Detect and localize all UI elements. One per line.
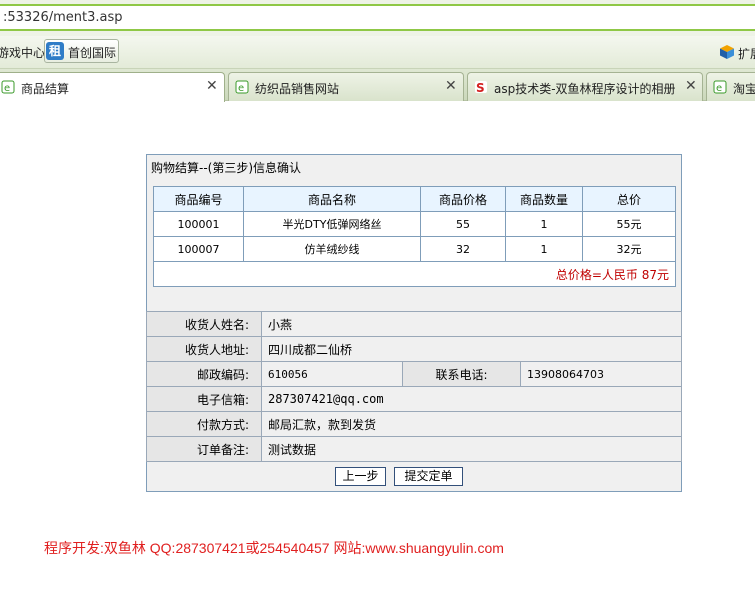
postcode-label: 邮政编码:	[146, 361, 262, 387]
column-header: 商品名称	[243, 186, 421, 212]
product-total: 32元	[582, 236, 676, 262]
page-icon: e	[235, 80, 249, 94]
product-qty: 1	[505, 236, 583, 262]
tab-textile-site[interactable]: e 纺织品销售网站 ✕	[228, 72, 464, 101]
svg-text:e: e	[238, 83, 244, 94]
favorite-shouchuang-label[interactable]: 首创国际	[68, 44, 116, 61]
product-name: 半光DTY低弹网络丝	[243, 211, 421, 237]
product-id: 100007	[153, 236, 244, 262]
phone-value: 13908064703	[520, 361, 682, 387]
goods-table: 商品编号 商品名称 商品价格 商品数量 总价 100001 半光DTY低弹网络丝…	[153, 186, 676, 287]
address-input[interactable]: :53326/ment3.asp	[0, 4, 755, 31]
note-label: 订单备注:	[146, 436, 262, 462]
submit-order-button[interactable]: 提交定单	[394, 467, 463, 486]
column-header: 商品数量	[505, 186, 583, 212]
receiver-name-label: 收货人姓名:	[146, 311, 262, 337]
receiver-address-value: 四川成都二仙桥	[261, 336, 682, 362]
page-icon: e	[713, 80, 727, 94]
receiver-info-table: 收货人姓名: 小燕 收货人地址: 四川成都二仙桥 邮政编码: 610056 联系…	[146, 311, 682, 462]
product-id: 100001	[153, 211, 244, 237]
checkout-panel: 购物结算--(第三步)信息确认 商品编号 商品名称 商品价格 商品数量 总价 1…	[146, 154, 682, 492]
tab-title: 商品结算	[21, 82, 70, 96]
goods-table-header: 商品编号 商品名称 商品价格 商品数量 总价	[153, 186, 676, 212]
column-header: 商品价格	[420, 186, 506, 212]
svg-text:S: S	[476, 81, 485, 94]
postcode-value: 610056	[261, 361, 403, 387]
favorite-game-center[interactable]: 游戏中心	[0, 44, 45, 61]
favorites-bar: 游戏中心 租 首创国际 扩展	[0, 36, 755, 69]
tab-bar: e 商品结算 ✕ e 纺织品销售网站 ✕ S asp技术类-双鱼林程序设计的相册…	[0, 69, 755, 102]
extensions-label[interactable]: 扩展	[738, 45, 755, 62]
grand-total-row: 总价格=人民币 87元	[153, 261, 676, 287]
tab-title: 淘宝	[733, 82, 755, 96]
address-text: :53326/ment3.asp	[3, 10, 123, 25]
receiver-address-row: 收货人地址: 四川成都二仙桥	[146, 336, 682, 362]
svg-text:e: e	[716, 83, 722, 94]
column-header: 商品编号	[153, 186, 244, 212]
phone-label: 联系电话:	[402, 361, 521, 387]
payment-row: 付款方式: 邮局汇款，款到发货	[146, 411, 682, 437]
site-favicon-icon: S	[475, 81, 487, 94]
tab-taobao[interactable]: e 淘宝	[706, 72, 755, 101]
email-row: 电子信箱: 287307421@qq.com	[146, 386, 682, 412]
product-qty: 1	[505, 211, 583, 237]
developer-footer: 程序开发:双鱼林 QQ:287307421或254540457 网站:www.s…	[44, 540, 504, 556]
payment-label: 付款方式:	[146, 411, 262, 437]
postcode-phone-row: 邮政编码: 610056 联系电话: 13908064703	[146, 361, 682, 387]
tab-asp-album[interactable]: S asp技术类-双鱼林程序设计的相册 ✕	[467, 72, 703, 101]
note-value: 测试数据	[261, 436, 682, 462]
tab-title: asp技术类-双鱼林程序设计的相册	[494, 82, 676, 96]
button-row: 上一步 提交定单	[147, 466, 681, 490]
note-row: 订单备注: 测试数据	[146, 436, 682, 462]
table-row: 100007 仿羊绒纱线 32 1 32元	[153, 236, 676, 262]
receiver-name-value: 小燕	[261, 311, 682, 337]
product-name: 仿羊绒纱线	[243, 236, 421, 262]
product-total: 55元	[582, 211, 676, 237]
close-icon[interactable]: ✕	[445, 78, 457, 94]
product-price: 55	[420, 211, 506, 237]
payment-value: 邮局汇款，款到发货	[261, 411, 682, 437]
page-icon: e	[1, 80, 15, 94]
close-icon[interactable]: ✕	[685, 78, 697, 94]
email-value: 287307421@qq.com	[261, 386, 682, 412]
table-row: 100001 半光DTY低弹网络丝 55 1 55元	[153, 211, 676, 237]
panel-title: 购物结算--(第三步)信息确认	[151, 161, 302, 175]
shouchuang-badge-icon: 租	[46, 42, 64, 60]
tab-checkout[interactable]: e 商品结算 ✕	[0, 72, 225, 102]
tab-title: 纺织品销售网站	[255, 82, 340, 96]
previous-step-button[interactable]: 上一步	[335, 467, 386, 486]
svg-text:e: e	[4, 83, 10, 94]
address-bar-area: :53326/ment3.asp	[0, 0, 755, 36]
extensions-cube-icon[interactable]	[720, 45, 734, 59]
email-label: 电子信箱:	[146, 386, 262, 412]
grand-total: 总价格=人民币 87元	[153, 261, 676, 287]
close-icon[interactable]: ✕	[206, 78, 218, 94]
receiver-name-row: 收货人姓名: 小燕	[146, 311, 682, 337]
product-price: 32	[420, 236, 506, 262]
column-header: 总价	[582, 186, 676, 212]
receiver-address-label: 收货人地址:	[146, 336, 262, 362]
